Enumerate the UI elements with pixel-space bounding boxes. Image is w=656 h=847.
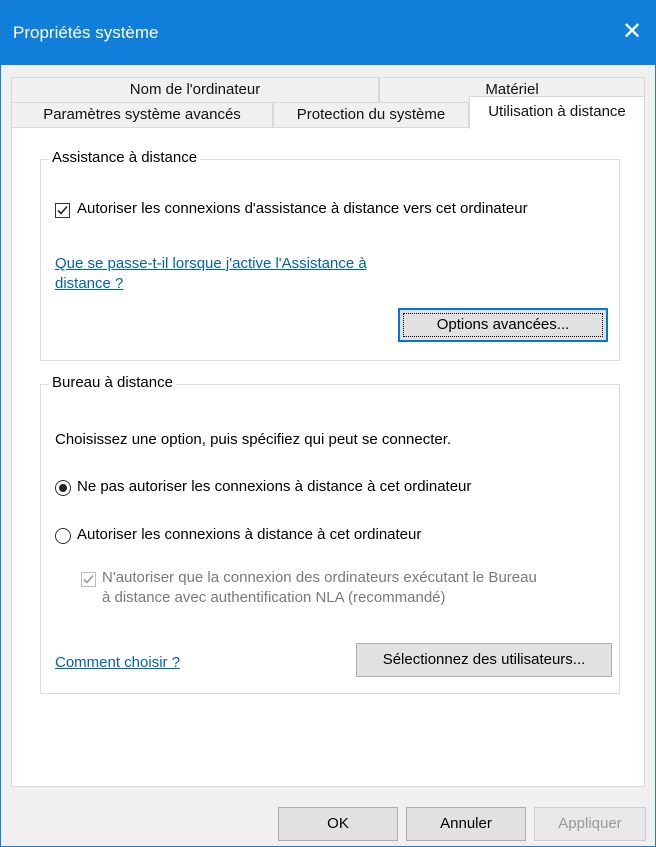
window-title: Propriétés système: [13, 23, 159, 42]
ok-button[interactable]: OK: [278, 807, 398, 841]
tab-panel-remote: Assistance à distance Autoriser les conn…: [11, 127, 645, 787]
button-label: Sélectionnez des utilisateurs...: [382, 651, 586, 668]
nla-checkbox[interactable]: [81, 572, 96, 587]
assistance-help-link-continued[interactable]: distance ?: [55, 275, 123, 292]
nla-label-continued: à distance avec authentification NLA (re…: [102, 589, 446, 606]
button-label: Appliquer: [558, 815, 622, 832]
button-label: Annuler: [440, 815, 492, 832]
button-label: OK: [327, 815, 349, 832]
advanced-options-button[interactable]: Options avancées...: [398, 308, 608, 342]
allow-assistance-checkbox[interactable]: [55, 203, 70, 218]
tab-label: Paramètres système avancés: [43, 106, 241, 123]
allow-connections-radio[interactable]: [55, 528, 71, 544]
group-title: Bureau à distance: [49, 374, 176, 391]
tab-computer-name[interactable]: Nom de l'ordinateur: [11, 77, 379, 103]
tab-remote[interactable]: Utilisation à distance: [469, 96, 645, 129]
remote-assistance-group: Assistance à distance Autoriser les conn…: [40, 149, 620, 361]
remote-desktop-instruction: Choisissez une option, puis spécifiez qu…: [55, 431, 452, 448]
tab-label: Nom de l'ordinateur: [129, 81, 261, 98]
close-icon[interactable]: ✕: [615, 15, 649, 49]
radio-selected-dot: [59, 484, 67, 492]
allow-assistance-label[interactable]: Autoriser les connexions d'assistance à …: [77, 200, 528, 217]
tab-advanced-system-settings[interactable]: Paramètres système avancés: [11, 102, 273, 128]
assistance-help-link[interactable]: Que se passe-t-il lorsque j'active l'Ass…: [55, 255, 367, 272]
cancel-button[interactable]: Annuler: [406, 807, 526, 841]
nla-label[interactable]: N'autoriser que la connexion des ordinat…: [102, 569, 537, 586]
tab-system-protection[interactable]: Protection du système: [273, 102, 469, 128]
how-to-choose-link[interactable]: Comment choisir ?: [55, 654, 180, 671]
tab-label: Utilisation à distance: [488, 103, 626, 120]
remote-desktop-group: Bureau à distance Choisissez une option,…: [40, 374, 620, 694]
select-users-button[interactable]: Sélectionnez des utilisateurs...: [356, 643, 612, 677]
title-bar[interactable]: Propriétés système ✕: [1, 1, 655, 65]
deny-connections-radio[interactable]: [55, 480, 71, 496]
checkmark-icon: [83, 574, 94, 584]
deny-connections-label[interactable]: Ne pas autoriser les connexions à distan…: [77, 478, 471, 495]
group-title: Assistance à distance: [49, 149, 201, 166]
allow-connections-label[interactable]: Autoriser les connexions à distance à ce…: [77, 526, 421, 543]
apply-button[interactable]: Appliquer: [534, 807, 646, 841]
focus-ring: [403, 313, 603, 337]
system-properties-dialog: Propriétés système ✕ Nom de l'ordinateur…: [0, 0, 656, 847]
checkmark-icon: [57, 205, 68, 215]
tab-label: Protection du système: [296, 106, 446, 123]
